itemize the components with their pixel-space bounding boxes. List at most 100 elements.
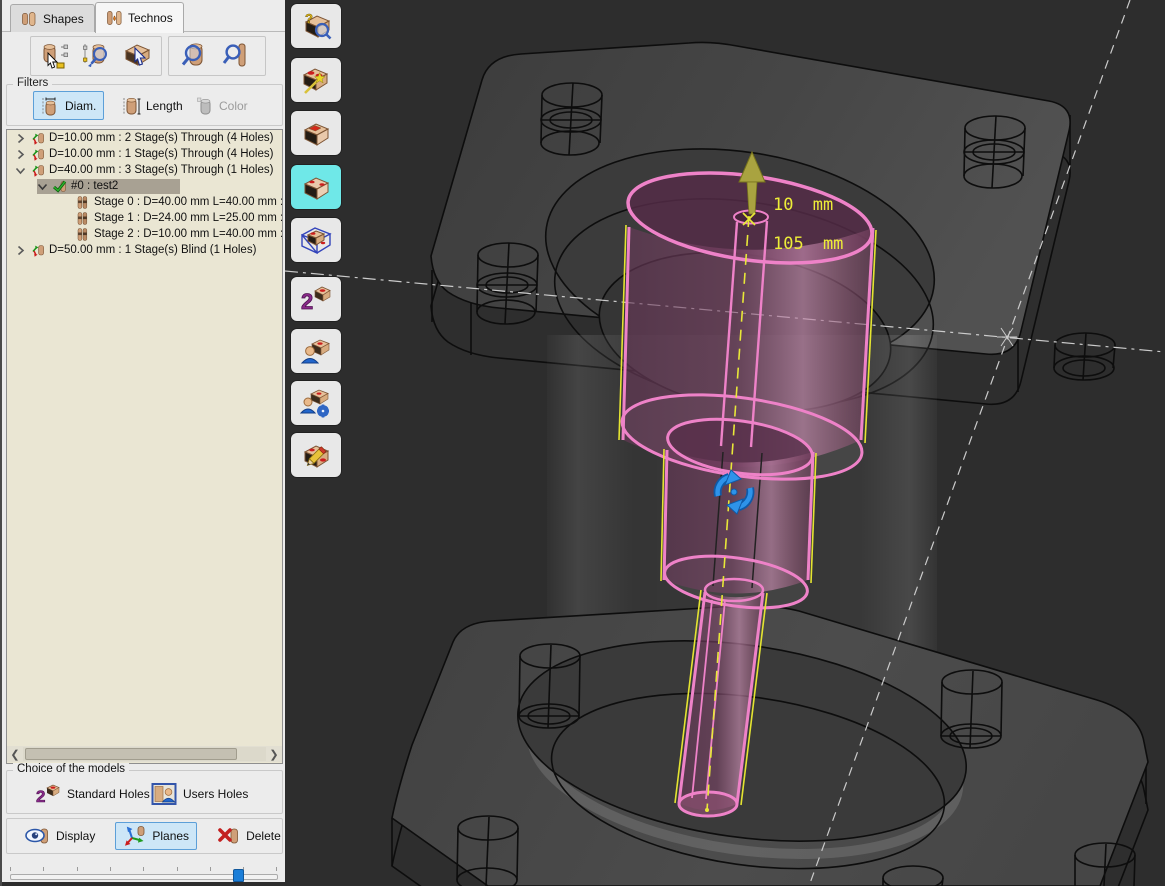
filters-groupbox: Filters Diam. Length Color — [6, 84, 283, 126]
users-holes-label: Users Holes — [183, 787, 248, 801]
select-hole-button[interactable] — [34, 39, 74, 73]
filter-diameter-label: Diam. — [65, 99, 96, 113]
filters-title: Filters — [13, 77, 52, 89]
user-hole-icon — [299, 334, 333, 368]
dimension-label-depth: 105 mm — [773, 234, 843, 254]
magnifier-thin-cylinder-icon — [219, 41, 249, 71]
cylinder-cursor-icon — [39, 41, 69, 71]
tree-row-d40-3stage[interactable]: D=40.00 mm : 3 Stage(s) Through (1 Holes… — [7, 162, 282, 178]
scene-3d: 10 mm 105 mm — [285, 0, 1165, 886]
scroll-right-arrow[interactable]: ❯ — [266, 746, 282, 762]
stage-icon — [75, 195, 90, 210]
scrollbar-track[interactable] — [23, 747, 266, 761]
tree-row-label: D=40.00 mm : 3 Stage(s) Through (1 Holes… — [49, 164, 273, 176]
length-filter-icon — [122, 95, 142, 117]
scrollbar-thumb[interactable] — [25, 748, 237, 760]
tree-row-label: #0 : test2 — [71, 180, 118, 192]
svg-text:2: 2 — [301, 289, 313, 314]
hole-group-icon — [30, 131, 45, 146]
eye-icon — [25, 826, 51, 846]
tree-row-d50-blind[interactable]: D=50.00 mm : 1 Stage(s) Blind (1 Holes) — [7, 242, 282, 258]
tree-row-label: Stage 1 : D=24.00 mm L=25.00 mm : # — [94, 212, 283, 224]
planes-label: Planes — [152, 829, 189, 843]
hole-group-icon — [30, 243, 45, 258]
box-wireframe-icon — [299, 223, 333, 257]
display-button[interactable]: Display — [17, 822, 103, 850]
tree-row-stage2[interactable]: Stage 2 : D=10.00 mm L=40.00 mm : # — [7, 226, 282, 242]
viewport-3d[interactable]: 10 mm 105 mm ? — [285, 0, 1165, 886]
cylinder-search-tree-icon — [81, 41, 111, 71]
tree-row-stage0[interactable]: Stage 0 : D=40.00 mm L=40.00 mm : # — [7, 194, 282, 210]
bottom-plate[interactable] — [392, 606, 1148, 886]
box-pencil-icon — [299, 438, 333, 472]
holes-panel: Shapes Technos — [0, 0, 285, 886]
zoom-hole-small-button[interactable] — [214, 39, 254, 73]
filter-color-button[interactable]: Color — [187, 91, 256, 120]
magnifier-cylinder-icon — [177, 41, 207, 71]
toolbar-group-select — [30, 36, 162, 76]
user-settings-button[interactable] — [291, 381, 341, 425]
tree-row-label: Stage 2 : D=10.00 mm L=40.00 mm : # — [94, 228, 283, 240]
display-label: Display — [56, 829, 95, 843]
tree-row-stage1[interactable]: Stage 1 : D=24.00 mm L=25.00 mm : # — [7, 210, 282, 226]
planes-button[interactable]: Planes — [115, 822, 197, 850]
cylinders-icon — [21, 11, 38, 27]
slider-thumb[interactable] — [233, 869, 244, 882]
panel-bottom-strip — [2, 882, 287, 886]
dimension-label-offset: 10 mm — [773, 195, 833, 215]
holes-tree: D=10.00 mm : 2 Stage(s) Through (4 Holes… — [6, 129, 283, 764]
actions-toolbar: Display Planes Delete — [6, 818, 283, 854]
models-title: Choice of the models — [13, 763, 129, 775]
simple-hole-button[interactable] — [291, 111, 341, 155]
hole-in-wireframe-button[interactable] — [291, 218, 341, 262]
standard-holes-button[interactable]: 2 Standard Holes — [31, 780, 154, 808]
chevron-right-icon[interactable] — [15, 245, 26, 256]
user-gear-icon — [299, 386, 333, 420]
hole-box-tool-selected-button[interactable] — [291, 165, 341, 209]
chevron-down-icon[interactable] — [15, 165, 26, 176]
user-holes-tool-button[interactable] — [291, 329, 341, 373]
edit-hole-button[interactable] — [291, 433, 341, 477]
users-holes-icon — [151, 782, 177, 806]
create-hole-button[interactable] — [291, 58, 341, 102]
analyze-holes-button[interactable]: ? — [291, 4, 341, 48]
toolbar-group-zoom — [168, 36, 266, 76]
chevron-right-icon[interactable] — [15, 149, 26, 160]
scroll-left-arrow[interactable]: ❮ — [7, 746, 23, 762]
diameter-filter-icon — [41, 95, 61, 117]
models-groupbox: Choice of the models 2 Standard Holes Us… — [6, 770, 283, 814]
check-hole-icon — [52, 179, 67, 194]
panel-tabbar: Shapes Technos — [2, 0, 285, 32]
tree-row-d10-1stage[interactable]: D=10.00 mm : 1 Stage(s) Through (4 Holes… — [7, 146, 282, 162]
delete-label: Delete — [246, 829, 281, 843]
selected-row-highlight: #0 : test2 — [37, 179, 180, 194]
shape-cursor-icon — [123, 41, 153, 71]
chevron-down-icon[interactable] — [37, 181, 48, 192]
filter-length-label: Length — [146, 99, 183, 113]
filter-diameter-button[interactable]: Diam. — [33, 91, 104, 120]
standard-holes-tool-button[interactable]: 2 — [291, 277, 341, 321]
box-question-search-icon: ? — [299, 9, 333, 43]
tree-row-label: D=10.00 mm : 1 Stage(s) Through (4 Holes… — [49, 148, 273, 160]
users-holes-button[interactable]: Users Holes — [147, 780, 252, 808]
svg-text:2: 2 — [36, 787, 45, 806]
filter-length-button[interactable]: Length — [114, 91, 191, 120]
box-red-face-icon — [299, 116, 333, 150]
zoom-hole-large-button[interactable] — [172, 39, 212, 73]
box-wand-star-icon — [299, 63, 333, 97]
find-hole-button[interactable] — [76, 39, 116, 73]
tree-horizontal-scrollbar: ❮ ❯ — [7, 746, 282, 762]
select-shape-button[interactable] — [118, 39, 158, 73]
stage-icon — [75, 211, 90, 226]
hole-group-icon — [30, 163, 45, 178]
standard-holes-label: Standard Holes — [67, 787, 150, 801]
tree-row-test2-selected[interactable]: #0 : test2 — [7, 178, 282, 194]
delete-x-icon — [217, 826, 241, 846]
chevron-right-icon[interactable] — [15, 133, 26, 144]
box-spots-icon — [299, 170, 333, 204]
hole-group-icon — [30, 147, 45, 162]
tab-shapes[interactable]: Shapes — [10, 4, 95, 32]
tab-technos[interactable]: Technos — [95, 2, 184, 33]
tree-row-d10-2stage[interactable]: D=10.00 mm : 2 Stage(s) Through (4 Holes… — [7, 130, 282, 146]
delete-button[interactable]: Delete — [209, 822, 289, 850]
